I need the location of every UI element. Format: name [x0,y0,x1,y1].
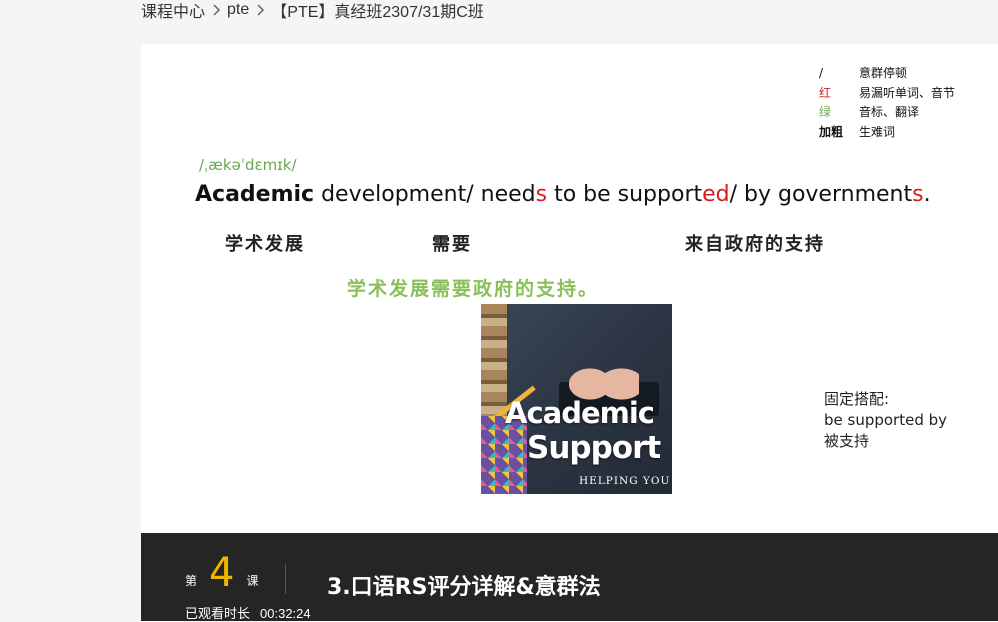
lesson-prefix: 第 [185,574,198,588]
sentence-translation: 学术发展需要政府的支持。 [347,278,600,300]
academic-support-image: Academic Support HELPING YOU [481,304,672,494]
legend-desc: 生难词 [859,124,896,139]
legend-desc: 音标、翻译 [859,105,920,119]
image-title-line1: Academic [505,396,655,430]
breadcrumb: 课程中心 pte 【PTE】真经班2307/31期C班 [141,0,484,22]
gloss-chunk: 需要 [432,234,472,255]
lesson-number: 第 4 课 [185,551,258,595]
breadcrumb-item-pte[interactable]: pte [227,1,249,19]
legend-key: 红 [819,85,832,100]
legend-desc: 意群停顿 [859,66,908,80]
divider [285,564,286,594]
legend-row: 绿 音标、翻译 [819,103,955,123]
chevron-right-icon [205,4,227,16]
legend-row: 加粗 生难词 [819,123,955,143]
legend-key: 加粗 [819,124,844,139]
breadcrumb-item-course-center[interactable]: 课程中心 [141,0,205,22]
collocation-note: 固定搭配: be supported by 被支持 [824,389,947,452]
lesson-suffix: 课 [246,574,259,588]
note-meaning: 被支持 [824,432,870,450]
lesson-number-value: 4 [209,550,235,596]
legend-row: / 意群停顿 [819,64,955,84]
video-slide[interactable]: / 意群停顿 红 易漏听单词、音节 绿 音标、翻译 加粗 生难词 /ˌækəˈd… [141,44,998,533]
watched-duration: 已观看时长 00:32:24 [185,603,311,622]
sentence-part: development/ need [314,182,536,207]
bold-word: Academic [195,182,315,207]
sentence-part: . [923,182,931,207]
sentence-part: / by government [729,182,913,207]
legend-key: / [819,66,824,80]
legend-desc: 易漏听单词、音节 [859,85,956,100]
highlight-red: s [535,182,548,207]
sentence-part: to be support [547,182,703,207]
watched-time: 00:32:24 [260,606,311,621]
chevron-right-icon [249,4,271,16]
highlight-red: ed [702,182,730,207]
image-tagline: HELPING YOU [579,475,671,487]
example-sentence: Academic development/ needs to be suppor… [195,182,931,207]
phonetic-transcription: /ˌækəˈdɛmɪk/ [199,156,297,174]
annotation-legend: / 意群停顿 红 易漏听单词、音节 绿 音标、翻译 加粗 生难词 [819,64,955,142]
image-title-line2: Support [527,430,661,466]
watched-label: 已观看时长 [185,606,251,621]
legend-key: 绿 [819,105,832,119]
lesson-title: 3.口语RS评分详解&意群法 [327,575,601,600]
note-phrase: be supported by [824,411,948,429]
lesson-info-bar: 第 4 课 3.口语RS评分详解&意群法 已观看时长 00:32:24 [141,533,998,621]
legend-row: 红 易漏听单词、音节 [819,84,955,104]
breadcrumb-item-class: 【PTE】真经班2307/31期C班 [271,4,484,21]
note-heading: 固定搭配: [824,390,890,408]
gloss-chunk: 学术发展 [225,234,305,255]
highlight-red: s [912,182,924,207]
gloss-chunk: 来自政府的支持 [685,234,825,255]
